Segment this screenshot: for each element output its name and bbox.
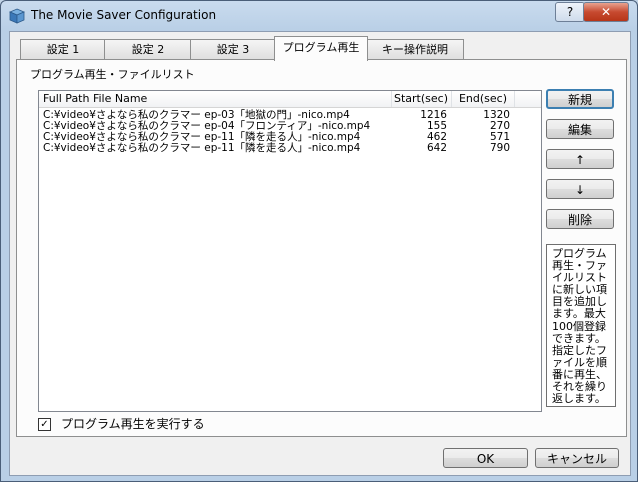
dialog-client-area: 設定 1 設定 2 設定 3 プログラム再生 キー操作説明 プログラム再生・ファ… xyxy=(9,31,631,476)
cell-end: 790 xyxy=(489,142,510,154)
title-bar[interactable]: The Movie Saver Configuration ? ✕ xyxy=(1,1,637,31)
move-up-button[interactable]: ↑ xyxy=(546,149,614,169)
help-text-line: 100個登録 xyxy=(552,319,606,333)
column-header-end[interactable]: End(sec) xyxy=(452,91,515,107)
help-text-line: できます。 xyxy=(552,331,606,345)
edit-button[interactable]: 編集 xyxy=(546,119,614,139)
cancel-button[interactable]: キャンセル xyxy=(535,448,619,468)
tab-settings-3[interactable]: 設定 3 xyxy=(190,39,276,60)
column-header-path[interactable]: Full Path File Name xyxy=(39,91,392,107)
tab-program-playback[interactable]: プログラム再生 xyxy=(274,36,368,61)
ok-button[interactable]: OK xyxy=(443,448,528,468)
column-header-start[interactable]: Start(sec) xyxy=(391,91,452,107)
list-item[interactable]: C:¥video¥さよなら私のクラマー ep-11「隣を走る人」-nico.mp… xyxy=(39,142,541,154)
help-button[interactable]: ? xyxy=(555,2,585,22)
enable-playback-checkbox[interactable]: ✓ xyxy=(38,418,51,431)
cell-start: 642 xyxy=(426,142,447,154)
config-window: The Movie Saver Configuration ? ✕ 設定 1 設… xyxy=(0,0,638,482)
help-text-box: プログラム 再生・ファ イルリスト に新しい項 目を追加し ます。最大 100個登録 できます… xyxy=(546,244,616,407)
file-list-label: プログラム再生・ファイルリスト xyxy=(30,68,195,81)
new-button[interactable]: 新規 xyxy=(546,89,614,109)
enable-playback-label[interactable]: プログラム再生を実行する xyxy=(61,418,205,430)
help-text-line: ます。最大 xyxy=(552,307,606,321)
cell-path: C:¥video¥さよなら私のクラマー ep-11「隣を走る人」-nico.mp… xyxy=(43,142,361,154)
app-cube-icon xyxy=(9,8,25,24)
list-header: Full Path File Name Start(sec) End(sec) xyxy=(39,91,541,108)
program-file-list[interactable]: Full Path File Name Start(sec) End(sec) … xyxy=(38,90,542,412)
tab-key-operations[interactable]: キー操作説明 xyxy=(366,39,464,60)
close-button[interactable]: ✕ xyxy=(583,2,629,22)
delete-button[interactable]: 削除 xyxy=(546,209,614,229)
help-text-line: 返します。 xyxy=(552,392,606,406)
tab-settings-2[interactable]: 設定 2 xyxy=(104,39,192,60)
move-down-button[interactable]: ↓ xyxy=(546,179,614,199)
tab-settings-1[interactable]: 設定 1 xyxy=(20,39,106,60)
window-title: The Movie Saver Configuration xyxy=(31,8,217,22)
